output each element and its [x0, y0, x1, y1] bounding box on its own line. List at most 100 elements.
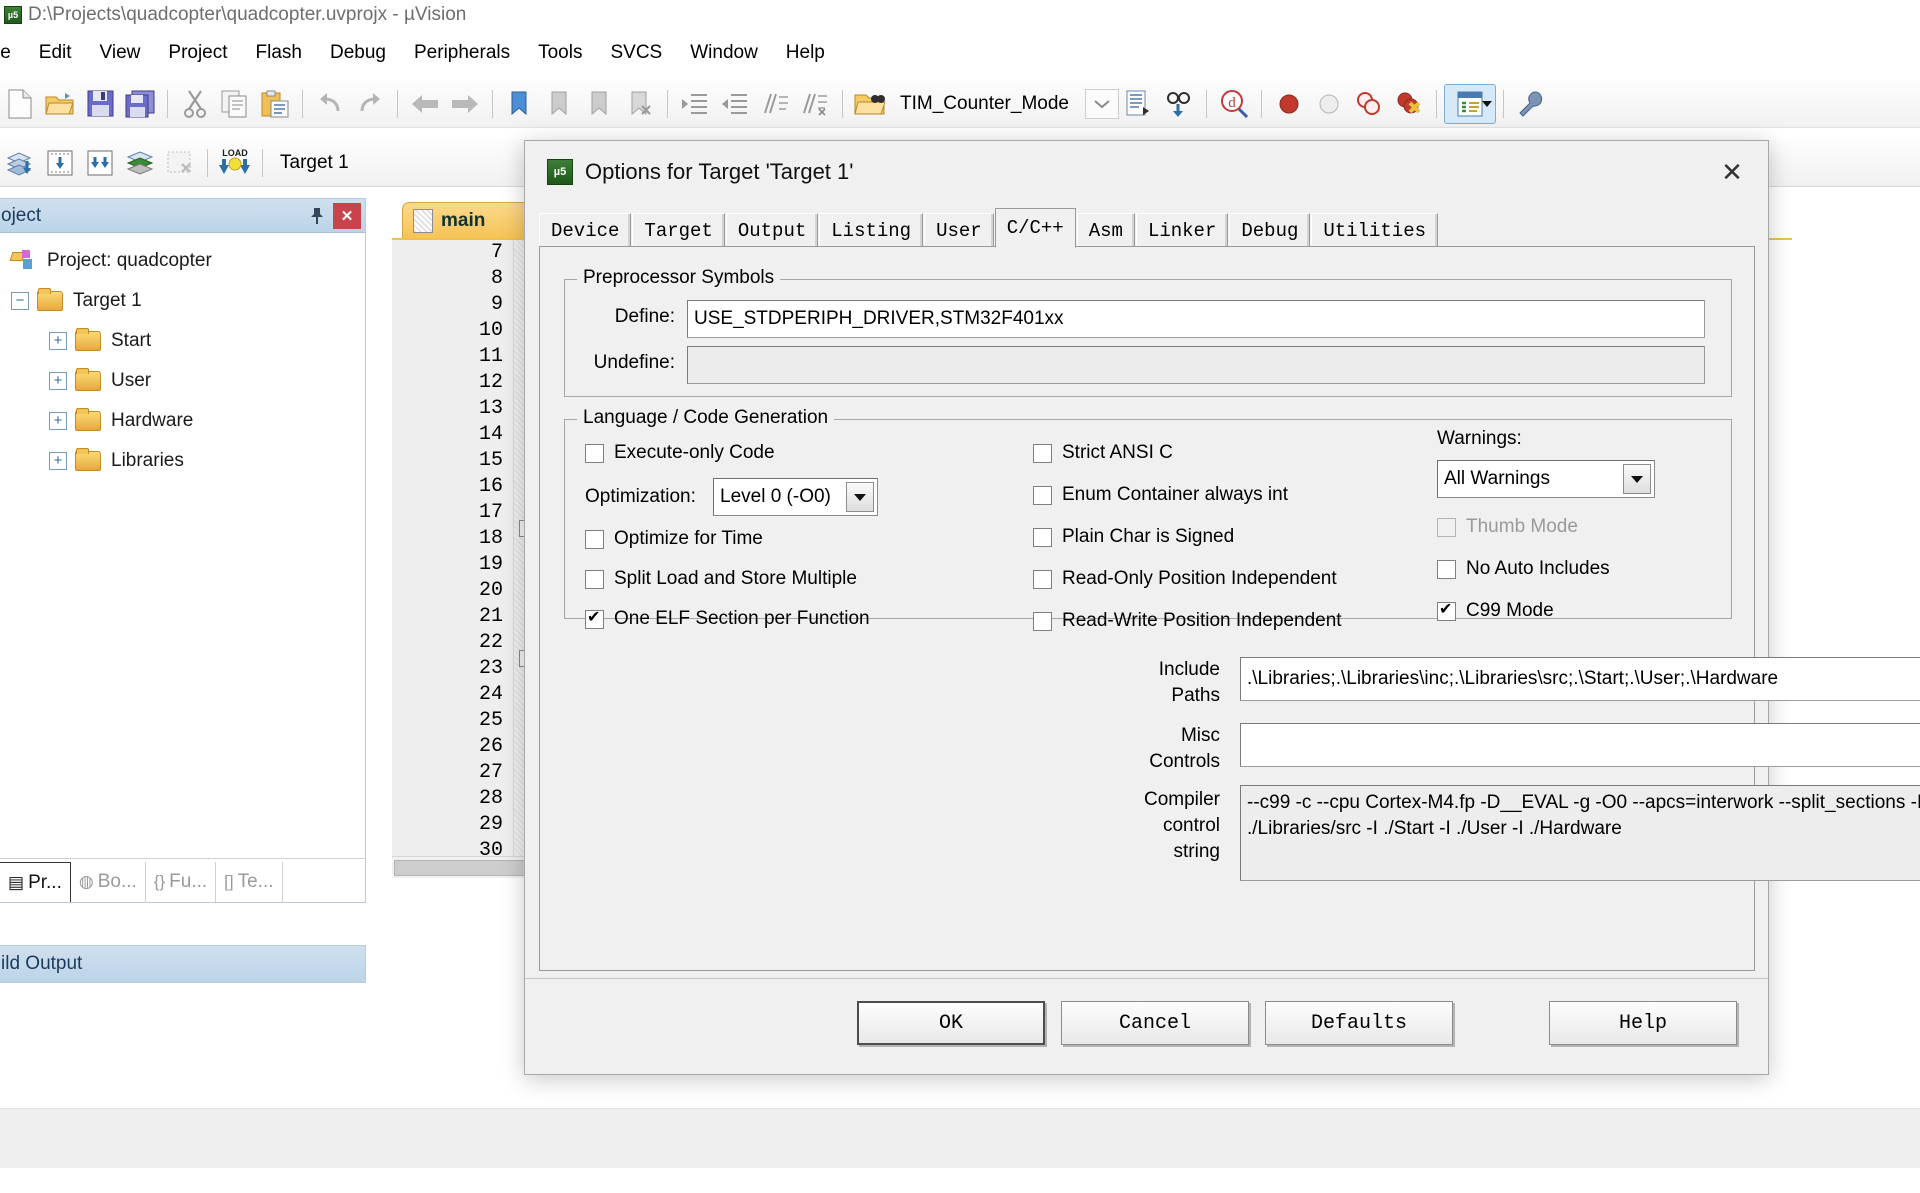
tree-expand-toggle[interactable]: +	[49, 372, 67, 390]
tree-item-hardware[interactable]: + Hardware	[0, 401, 365, 441]
defaults-button[interactable]: Defaults	[1265, 1001, 1453, 1045]
menu-window[interactable]: Window	[676, 39, 772, 67]
tab-listing[interactable]: Listing	[819, 213, 924, 247]
tab-functions[interactable]: {} Fu...	[146, 862, 217, 902]
help-button[interactable]: Help	[1549, 1001, 1737, 1045]
include-paths-input[interactable]: .\Libraries;.\Libraries\inc;.\Libraries\…	[1240, 657, 1920, 701]
undefine-input[interactable]	[687, 346, 1705, 384]
save-all-icon[interactable]	[120, 84, 160, 124]
checkbox-box[interactable]	[1033, 443, 1052, 463]
tab-asm[interactable]: Asm	[1076, 213, 1135, 247]
misc-controls-input[interactable]	[1240, 723, 1920, 767]
close-icon[interactable]: ✕	[333, 202, 361, 229]
checkbox-box[interactable]	[585, 443, 604, 463]
tree-item-target[interactable]: − Target 1	[0, 281, 365, 321]
define-input[interactable]: USE_STDPERIPH_DRIVER,STM32F401xx	[687, 300, 1705, 338]
rebuild-icon[interactable]	[80, 143, 120, 183]
checkbox-box[interactable]	[585, 529, 604, 549]
breakpoint-disable-all-icon[interactable]	[1389, 84, 1429, 124]
pin-icon[interactable]	[305, 204, 329, 228]
breakpoint-disable-icon[interactable]	[1309, 84, 1349, 124]
configure-wizard-icon[interactable]	[1511, 84, 1551, 124]
checkbox-read-write-position-independent[interactable]: Read-Write Position Independent	[1033, 610, 1342, 632]
indent-icon[interactable]	[675, 84, 715, 124]
chevron-down-icon[interactable]	[846, 482, 874, 512]
checkbox-box[interactable]	[585, 608, 604, 629]
comment-icon[interactable]	[755, 84, 795, 124]
copy-icon[interactable]	[215, 84, 255, 124]
checkbox-optimize-for-time[interactable]: Optimize for Time	[585, 528, 763, 550]
menu-peripherals[interactable]: Peripherals	[400, 39, 524, 67]
save-icon[interactable]	[80, 84, 120, 124]
menu-tools[interactable]: Tools	[524, 39, 596, 67]
checkbox-box[interactable]	[1033, 569, 1052, 589]
tree-collapse-toggle[interactable]: −	[11, 292, 29, 310]
undo-icon[interactable]	[310, 84, 350, 124]
find-combo-value[interactable]: TIM_Counter_Mode	[890, 93, 1079, 115]
tab-user[interactable]: User	[924, 213, 994, 247]
tree-expand-toggle[interactable]: +	[49, 452, 67, 470]
breakpoint-kill-all-icon[interactable]	[1349, 84, 1389, 124]
tab-output[interactable]: Output	[725, 213, 819, 247]
target-combo-value[interactable]: Target 1	[270, 152, 359, 174]
breakpoint-insert-icon[interactable]	[1269, 84, 1309, 124]
tab-templates[interactable]: [] Te...	[216, 862, 283, 902]
checkbox-strict-ansi-c[interactable]: Strict ANSI C	[1033, 442, 1173, 464]
checkbox-enum-container-always-int[interactable]: Enum Container always int	[1033, 484, 1288, 506]
cancel-button[interactable]: Cancel	[1061, 1001, 1249, 1045]
goto-definition-icon[interactable]	[1159, 84, 1199, 124]
uncomment-icon[interactable]	[795, 84, 835, 124]
bookmark-prev-icon[interactable]	[540, 84, 580, 124]
tab-linker[interactable]: Linker	[1135, 213, 1229, 247]
menu-debug[interactable]: Debug	[316, 39, 400, 67]
stop-build-icon[interactable]	[160, 143, 200, 183]
navigate-back-icon[interactable]	[405, 84, 445, 124]
target-options-icon[interactable]	[1443, 83, 1496, 124]
optimization-select[interactable]: Level 0 (-O0)	[713, 478, 878, 516]
checkbox-plain-char-is-signed[interactable]: Plain Char is Signed	[1033, 526, 1234, 548]
checkbox-read-only-position-independent[interactable]: Read-Only Position Independent	[1033, 568, 1337, 590]
chevron-down-icon[interactable]	[1623, 464, 1651, 494]
menu-svcs[interactable]: SVCS	[596, 39, 676, 67]
menu-help[interactable]: Help	[772, 39, 839, 67]
menu-view[interactable]: View	[86, 39, 155, 67]
redo-icon[interactable]	[350, 84, 390, 124]
bookmark-next-icon[interactable]	[580, 84, 620, 124]
tab-project[interactable]: ▤ Pr...	[0, 862, 71, 902]
outdent-icon[interactable]	[715, 84, 755, 124]
menu-project[interactable]: Project	[154, 39, 241, 67]
tree-item-user[interactable]: + User	[0, 361, 365, 401]
tree-expand-toggle[interactable]: +	[49, 412, 67, 430]
editor-tab-main[interactable]: main	[402, 202, 542, 238]
menu-file[interactable]: le	[0, 39, 25, 67]
open-folder-search-icon[interactable]	[850, 84, 890, 124]
tab-utilities[interactable]: Utilities	[1311, 213, 1438, 247]
checkbox-c99-mode[interactable]: C99 Mode	[1437, 600, 1554, 622]
checkbox-execute-only-code[interactable]: Execute-only Code	[585, 442, 775, 464]
tab-books[interactable]: ◍ Bo...	[71, 862, 146, 902]
checkbox-box[interactable]	[1437, 600, 1456, 621]
new-file-icon[interactable]	[0, 84, 40, 124]
tree-item-libraries[interactable]: + Libraries	[0, 441, 365, 481]
warnings-select[interactable]: All Warnings	[1437, 460, 1655, 498]
checkbox-box[interactable]	[1437, 559, 1456, 579]
paste-icon[interactable]	[255, 84, 295, 124]
checkbox-box[interactable]	[585, 569, 604, 589]
tree-item-start[interactable]: + Start	[0, 321, 365, 361]
file-outline-icon[interactable]	[1119, 84, 1159, 124]
checkbox-box[interactable]	[1033, 611, 1052, 631]
close-icon[interactable]: ✕	[1710, 154, 1754, 190]
build-icon[interactable]	[40, 143, 80, 183]
checkbox-one-elf-section-per-function[interactable]: One ELF Section per Function	[585, 608, 870, 630]
batch-build-icon[interactable]	[120, 143, 160, 183]
cut-icon[interactable]	[175, 84, 215, 124]
tab-target[interactable]: Target	[632, 213, 725, 247]
checkbox-split-load-store-multiple[interactable]: Split Load and Store Multiple	[585, 568, 857, 590]
navigate-forward-icon[interactable]	[445, 84, 485, 124]
menu-edit[interactable]: Edit	[25, 39, 86, 67]
tree-item-project[interactable]: Project: quadcopter	[0, 241, 365, 281]
open-file-icon[interactable]	[40, 84, 80, 124]
find-combo-dropdown[interactable]	[1084, 88, 1119, 119]
tree-expand-toggle[interactable]: +	[49, 332, 67, 350]
menu-flash[interactable]: Flash	[242, 39, 316, 67]
